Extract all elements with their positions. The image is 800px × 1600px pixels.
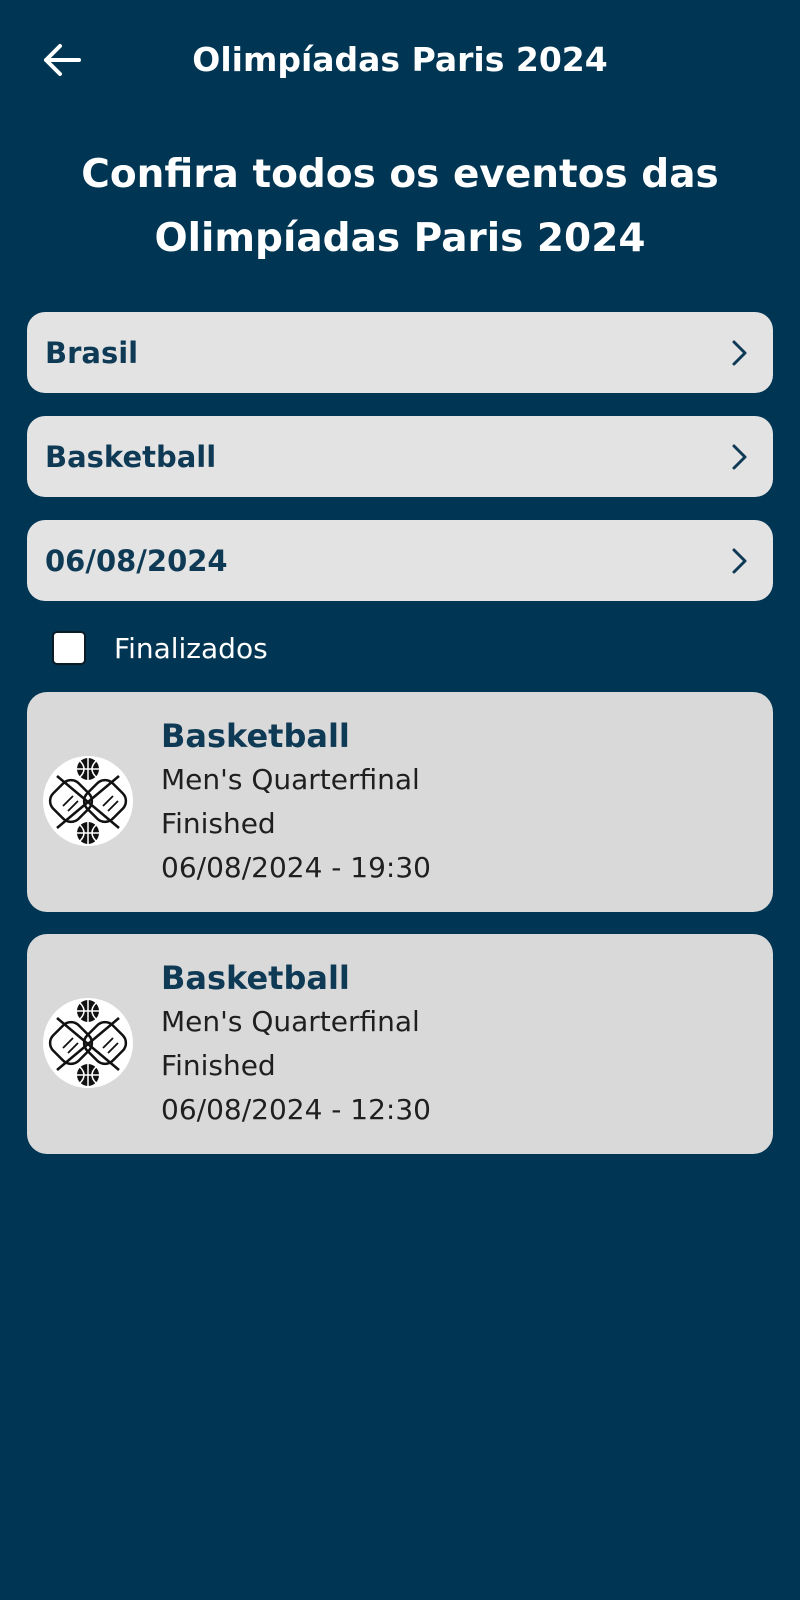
country-filter-value: Brasil bbox=[45, 335, 139, 370]
date-filter-value: 06/08/2024 bbox=[45, 543, 228, 578]
chevron-right-icon bbox=[732, 548, 747, 574]
event-sport: Basketball bbox=[161, 959, 350, 997]
app-bar: Olimpíadas Paris 2024 bbox=[0, 0, 800, 124]
country-filter[interactable]: Brasil bbox=[27, 312, 773, 393]
headline-line-2: Olimpíadas Paris 2024 bbox=[154, 216, 646, 261]
sport-filter[interactable]: Basketball bbox=[27, 416, 773, 497]
event-details: Basketball Men's Quarterfinal Finished 0… bbox=[161, 956, 431, 1132]
event-datetime: 06/08/2024 - 12:30 bbox=[161, 1093, 431, 1126]
event-datetime: 06/08/2024 - 19:30 bbox=[161, 851, 431, 884]
app-title: Olimpíadas Paris 2024 bbox=[192, 40, 608, 79]
event-details: Basketball Men's Quarterfinal Finished 0… bbox=[161, 714, 431, 890]
date-filter[interactable]: 06/08/2024 bbox=[27, 520, 773, 601]
event-stage: Men's Quarterfinal bbox=[161, 763, 420, 796]
event-status: Finished bbox=[161, 1049, 276, 1082]
headline-line-1: Confira todos os eventos das bbox=[81, 152, 719, 197]
event-card[interactable]: Basketball Men's Quarterfinal Finished 0… bbox=[27, 692, 773, 912]
page-headline: Confira todos os eventos das Olimpíadas … bbox=[60, 143, 740, 271]
basketball-pictogram-icon bbox=[43, 998, 133, 1088]
finished-checkbox[interactable] bbox=[52, 631, 86, 665]
event-status: Finished bbox=[161, 807, 276, 840]
basketball-pictogram-icon bbox=[43, 756, 133, 846]
event-card[interactable]: Basketball Men's Quarterfinal Finished 0… bbox=[27, 934, 773, 1154]
event-sport: Basketball bbox=[161, 717, 350, 755]
sport-filter-value: Basketball bbox=[45, 439, 217, 474]
finished-filter-row: Finalizados bbox=[52, 628, 268, 668]
finished-checkbox-label[interactable]: Finalizados bbox=[114, 632, 268, 665]
chevron-right-icon bbox=[732, 340, 747, 366]
event-stage: Men's Quarterfinal bbox=[161, 1005, 420, 1038]
chevron-right-icon bbox=[732, 444, 747, 470]
